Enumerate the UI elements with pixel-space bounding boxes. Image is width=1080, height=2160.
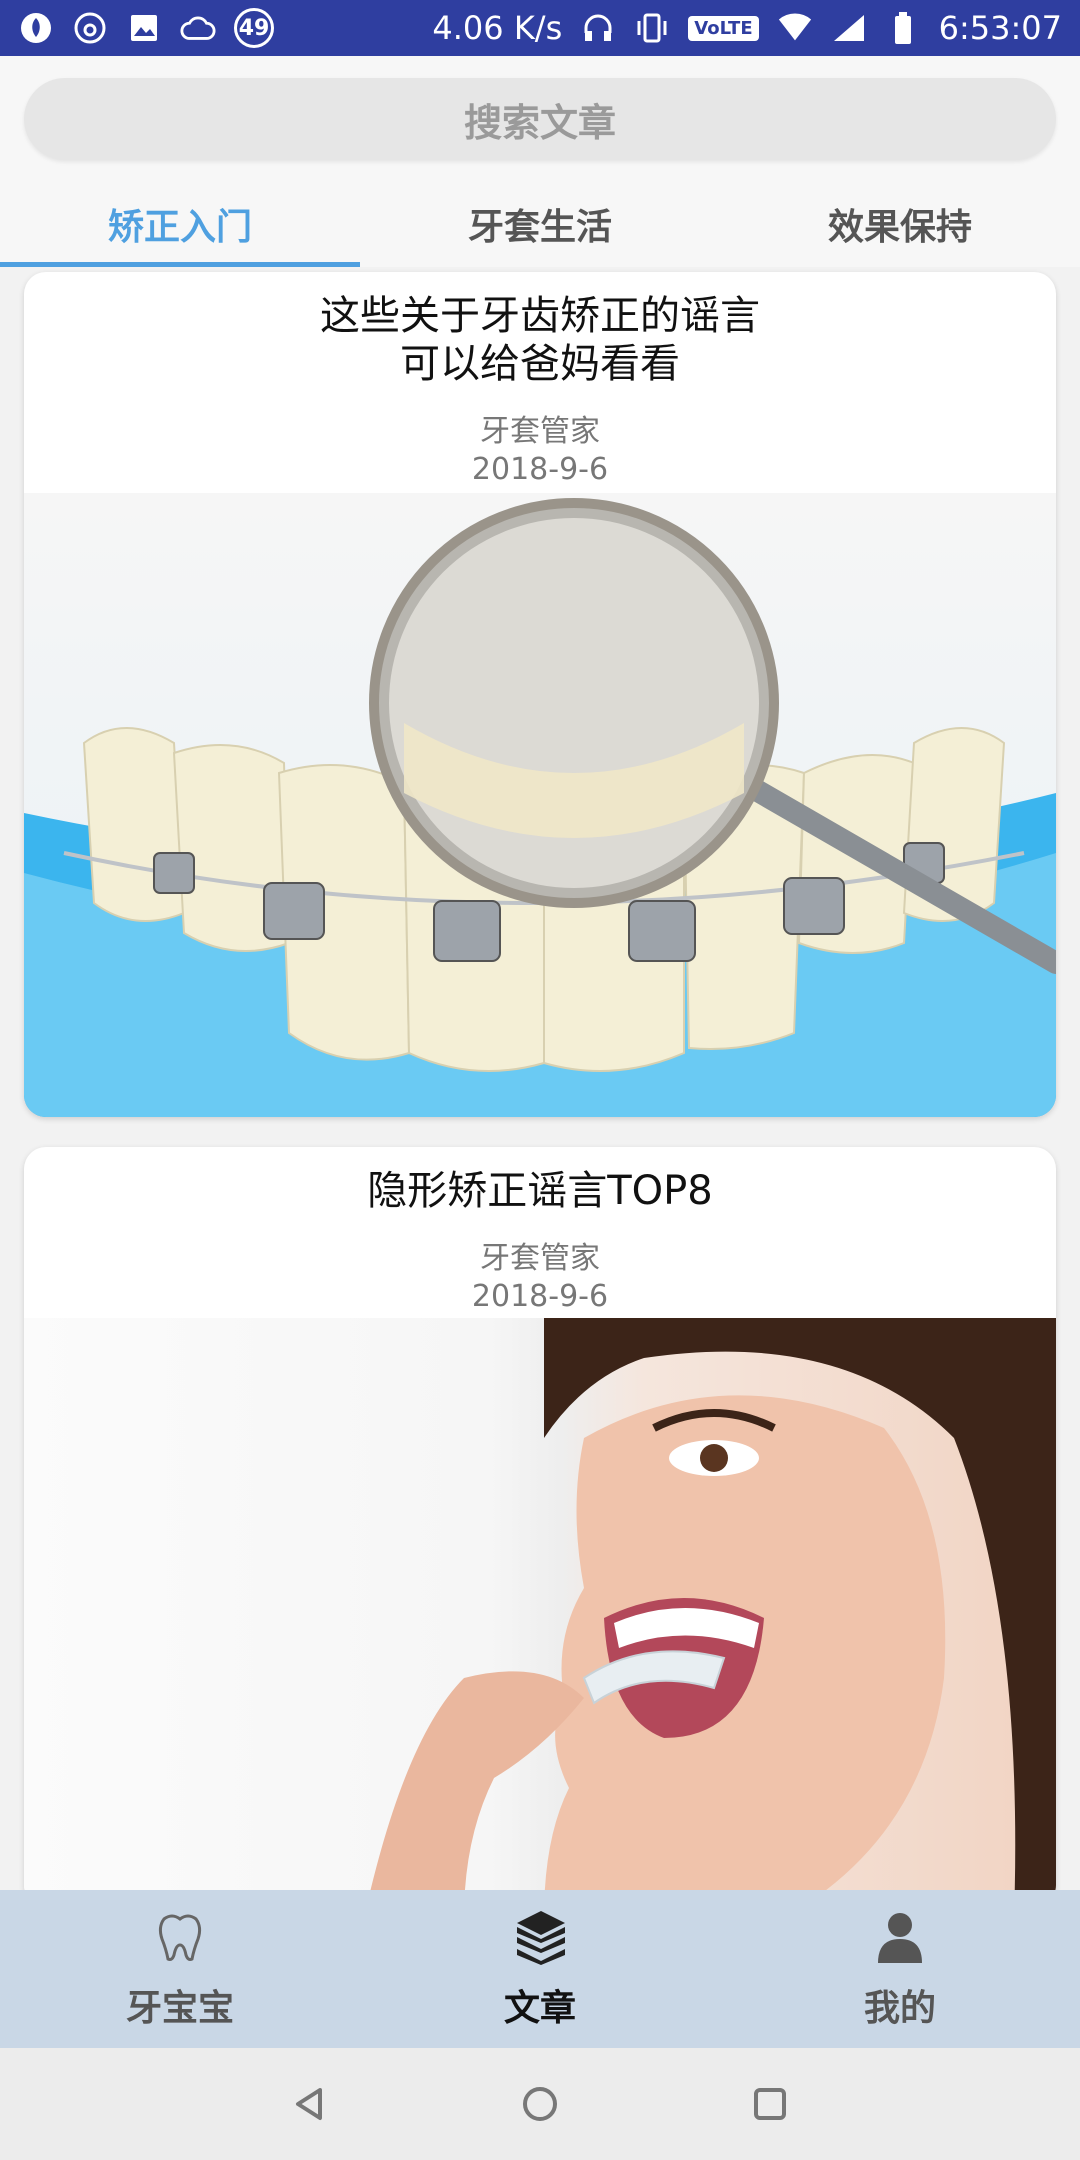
nav-item-articles[interactable]: 文章: [360, 1890, 720, 2048]
cloud-icon: [180, 10, 216, 46]
nav-label: 我的: [863, 1988, 936, 2029]
gallery-icon: [126, 10, 162, 46]
article-date: 2018-9-6: [471, 452, 609, 487]
network-speed: 4.06 K/s: [432, 9, 563, 47]
status-bar: 49 4.06 K/s VoLTE 6:53:07: [0, 0, 1080, 56]
battery-icon: [885, 10, 921, 46]
article-feed[interactable]: 这些关于牙齿矫正的谣言 可以给爸妈看看 牙套管家 2018-9-6 隐形矫正谣言…: [0, 267, 1080, 1890]
recents-icon[interactable]: [745, 2079, 795, 2129]
tab-orthodontics-intro[interactable]: 矫正入门: [0, 181, 360, 267]
nav-item-tooth-baby[interactable]: 牙宝宝: [0, 1890, 360, 2048]
tooth-icon: [150, 1907, 210, 1967]
notification-count-badge: 49: [234, 8, 274, 48]
article-title-line: 这些关于牙齿矫正的谣言: [320, 293, 760, 339]
braces-dental-mirror-image: [24, 498, 1056, 1117]
netease-icon: [72, 10, 108, 46]
app-screen: 49 4.06 K/s VoLTE 6:53:07 搜索文章 矫正入门 牙套生活…: [0, 0, 1080, 2160]
category-tabs: 矫正入门 牙套生活 效果保持: [0, 181, 1080, 267]
clock: 6:53:07: [938, 9, 1062, 47]
tab-braces-life[interactable]: 牙套生活: [360, 181, 720, 267]
volte-badge: VoLTE: [688, 15, 759, 41]
tab-retention[interactable]: 效果保持: [720, 181, 1080, 267]
article-card[interactable]: 这些关于牙齿矫正的谣言 可以给爸妈看看 牙套管家 2018-9-6: [24, 272, 1056, 1117]
article-title: 这些关于牙齿矫正的谣言 可以给爸妈看看: [24, 272, 1056, 388]
back-icon[interactable]: [285, 2079, 335, 2129]
article-cover-image: [24, 493, 1056, 1117]
article-title-line: 可以给爸妈看看: [400, 341, 680, 387]
search-area: 搜索文章: [0, 56, 1080, 181]
wifi-icon: [777, 10, 813, 46]
person-icon: [870, 1907, 930, 1967]
article-author: 牙套管家: [480, 414, 600, 449]
headphones-icon: [580, 10, 616, 46]
article-cover-image: [24, 1318, 1056, 1890]
system-navigation-bar: [0, 2048, 1080, 2160]
nav-label: 文章: [503, 1988, 576, 2029]
article-author: 牙套管家: [480, 1241, 600, 1276]
home-icon[interactable]: [515, 2079, 565, 2129]
article-card[interactable]: 隐形矫正谣言TOP8 牙套管家 2018-9-6: [24, 1147, 1056, 1890]
nav-label: 牙宝宝: [125, 1988, 234, 2029]
signal-icon: [831, 10, 867, 46]
music-app-icon: [18, 10, 54, 46]
nav-item-mine[interactable]: 我的: [720, 1890, 1080, 2048]
vibrate-icon: [634, 10, 670, 46]
search-input[interactable]: 搜索文章: [24, 78, 1056, 160]
article-title: 隐形矫正谣言TOP8: [24, 1147, 1056, 1215]
books-icon: [510, 1907, 570, 1967]
woman-with-aligner-image: [370, 1318, 1056, 1890]
article-date: 2018-9-6: [471, 1279, 609, 1314]
bottom-navigation: 牙宝宝 文章 我的: [0, 1890, 1080, 2048]
article-title-line: 隐形矫正谣言TOP8: [367, 1168, 713, 1214]
